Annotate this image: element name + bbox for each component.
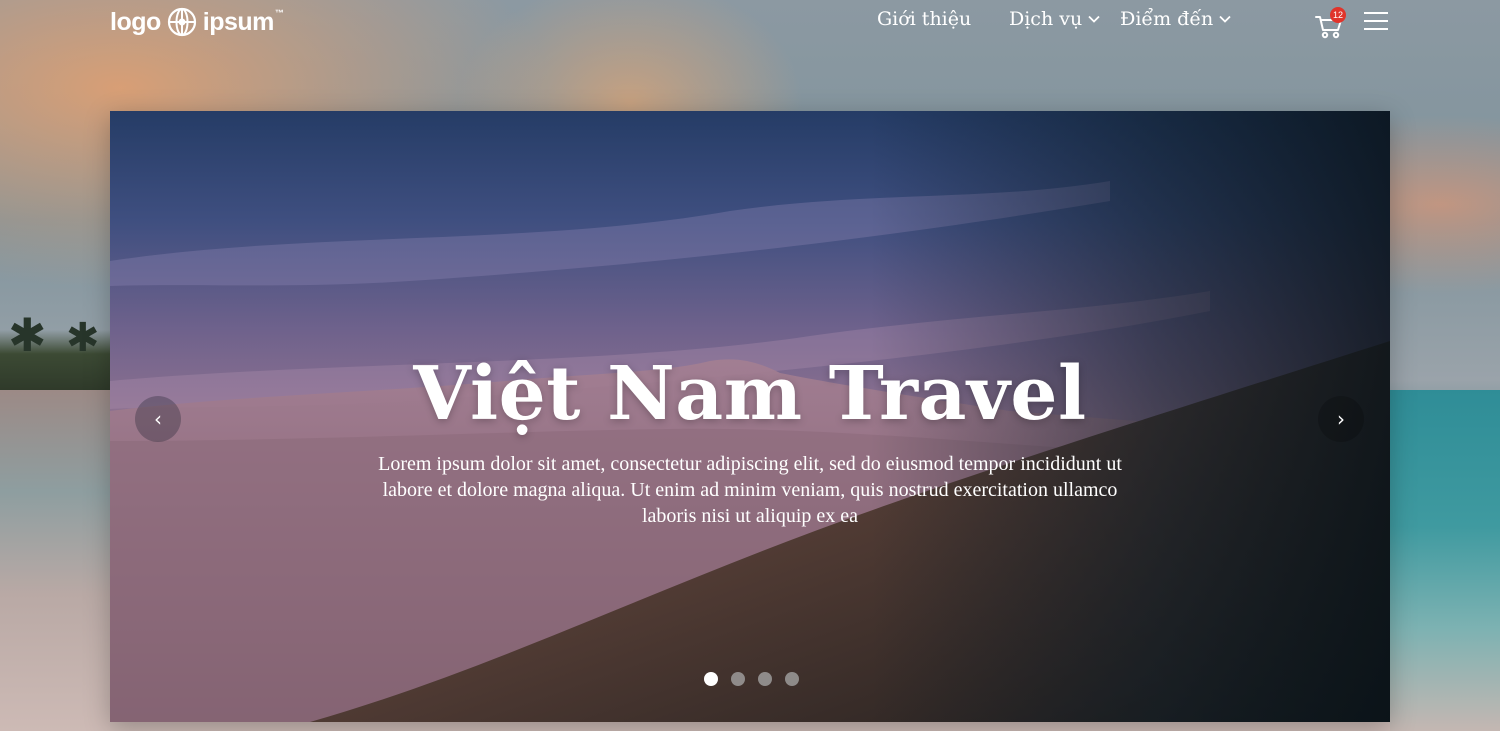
page-background: ✱ ✱ logo ipsum™ Giới thiệu Dịch vụ Điểm … [0, 0, 1500, 731]
slider-pagination [704, 672, 799, 686]
hamburger-menu-icon[interactable] [1364, 12, 1388, 30]
background-beach-left [0, 390, 110, 731]
chevron-right-icon: › [1337, 407, 1345, 431]
chevron-down-icon [1219, 15, 1231, 23]
palm-tree-icon: ✱ [8, 308, 47, 362]
nav-item-label: Điểm đến [1120, 8, 1214, 30]
slider-dot-2[interactable] [731, 672, 745, 686]
nav-item-label: Giới thiệu [877, 8, 972, 30]
hero-description: Lorem ipsum dolor sit amet, consectetur … [378, 453, 1122, 527]
background-sea-right [1390, 390, 1500, 731]
globe-icon [167, 7, 196, 37]
slider-next-button[interactable]: › [1318, 396, 1364, 442]
site-logo[interactable]: logo ipsum™ [110, 6, 284, 38]
logo-text-left: logo [110, 7, 161, 36]
nav-item-label: Dịch vụ [1009, 8, 1083, 30]
logo-text-right: ipsum™ [202, 7, 284, 36]
trademark-symbol: ™ [274, 8, 284, 19]
nav-item-diem-den[interactable]: Điểm đến [1120, 8, 1231, 30]
cart-count-badge: 12 [1330, 7, 1346, 23]
site-header: logo ipsum™ Giới thiệu Dịch vụ Điểm đến [0, 0, 1500, 44]
slider-dot-1[interactable] [704, 672, 718, 686]
chevron-left-icon: ‹ [154, 407, 162, 431]
palm-tree-icon: ✱ [66, 315, 100, 361]
slider-prev-button[interactable]: ‹ [135, 396, 181, 442]
slider-dot-3[interactable] [758, 672, 772, 686]
hero-title: Việt Nam Travel [413, 351, 1087, 437]
nav-item-gioi-thieu[interactable]: Giới thiệu [877, 8, 971, 30]
nav-item-dich-vu[interactable]: Dịch vụ [1009, 8, 1100, 30]
cart-button[interactable]: 12 [1314, 7, 1346, 40]
slider-dot-4[interactable] [785, 672, 799, 686]
hero-slider: Việt Nam Travel Lorem ipsum dolor sit am… [110, 111, 1390, 722]
chevron-down-icon [1088, 15, 1100, 23]
